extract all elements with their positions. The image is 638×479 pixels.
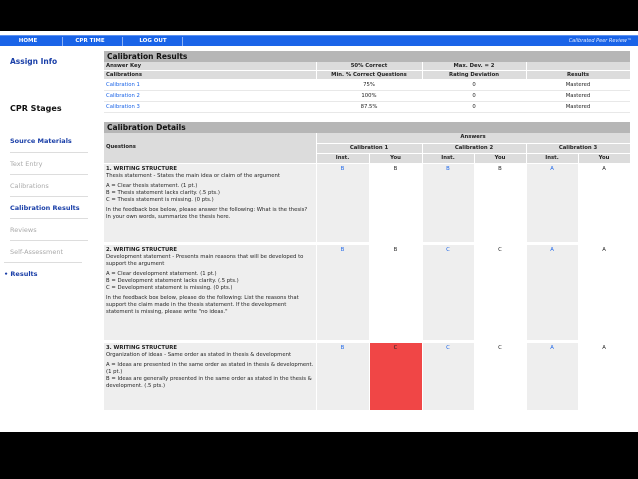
answer-key-label: Answer Key bbox=[104, 62, 317, 71]
result-cell: Mastered bbox=[526, 101, 630, 113]
calibration-1-link[interactable]: Calibration 1 bbox=[104, 79, 316, 91]
option-a: A = Clear development statement. (1 pt.) bbox=[106, 270, 217, 277]
option-a: A = Clear thesis statement. (1 pt.) bbox=[106, 182, 198, 189]
option-b: B = Thesis statement lacks clarity. (.5 … bbox=[106, 189, 220, 196]
answer-cell: B bbox=[369, 243, 423, 343]
answer-cell: A bbox=[578, 163, 631, 245]
question-heading: 3. WRITING STRUCTURE bbox=[106, 344, 177, 351]
answer-cell: B bbox=[316, 163, 370, 245]
empty-header-cell bbox=[526, 62, 631, 71]
top-nav-bar: HOME CPR TIME LOG OUT Calibrated Peer Re… bbox=[0, 35, 638, 46]
question-1-text: 1. WRITING STRUCTURE Thesis statement - … bbox=[104, 163, 317, 245]
answer-cell: C bbox=[422, 341, 475, 413]
inst-header: Inst. bbox=[422, 153, 475, 164]
answer-key-row: Answer Key 50% Correct Max. Dev. = 2 bbox=[104, 62, 631, 71]
app-frame: HOME CPR TIME LOG OUT Calibrated Peer Re… bbox=[0, 31, 638, 432]
calibration-3-header: Calibration 3 bbox=[526, 143, 631, 154]
main-content: Calibration Results Answer Key 50% Corre… bbox=[104, 51, 631, 413]
calibration-results-table: Answer Key 50% Correct Max. Dev. = 2 Cal… bbox=[104, 62, 631, 113]
question-row: 1. WRITING STRUCTURE Thesis statement - … bbox=[104, 163, 631, 245]
answer-cell-mismatch: C bbox=[369, 341, 423, 413]
sidebar-item-source-materials[interactable]: Source Materials bbox=[10, 130, 88, 152]
table-row: Calibration 2 100% 0 Mastered bbox=[104, 90, 630, 102]
you-header: You bbox=[369, 153, 423, 164]
sidebar-item-text-entry: Text Entry bbox=[10, 152, 88, 174]
answer-cell: B bbox=[474, 163, 527, 245]
question-description: Organization of ideas - Same order as st… bbox=[106, 351, 292, 358]
answer-cell: A bbox=[526, 341, 579, 413]
question-heading: 2. WRITING STRUCTURE bbox=[106, 246, 177, 253]
table-row: Calibration 3 87.5% 0 Mastered bbox=[104, 101, 630, 113]
percent-cell: 100% bbox=[316, 90, 422, 102]
deviation-cell: 0 bbox=[422, 90, 526, 102]
calibration-details-table: Questions Answers Calibration 1 Calibrat… bbox=[104, 133, 631, 413]
sidebar: Assign Info CPR Stages Source Materials … bbox=[0, 46, 100, 432]
answer-cell: B bbox=[369, 163, 423, 245]
table-row: Calibration 1 75% 0 Mastered bbox=[104, 79, 630, 91]
option-b: B = Ideas are generally presented in the… bbox=[106, 375, 312, 389]
answer-cell: A bbox=[578, 243, 631, 343]
question-row: 2. WRITING STRUCTURE Development stateme… bbox=[104, 243, 631, 343]
inst-header: Inst. bbox=[316, 153, 370, 164]
assign-info-link[interactable]: Assign Info bbox=[10, 57, 57, 66]
sidebar-item-reviews: Reviews bbox=[10, 218, 88, 240]
sidebar-item-results[interactable]: • Results bbox=[4, 262, 82, 284]
answer-cell: B bbox=[316, 341, 370, 413]
calibrations-column-header: Calibrations bbox=[104, 70, 317, 80]
calibration-1-header: Calibration 1 bbox=[316, 143, 423, 154]
nav-separator bbox=[62, 37, 63, 46]
answer-cell: A bbox=[526, 163, 579, 245]
inst-header: Inst. bbox=[526, 153, 579, 164]
you-header: You bbox=[578, 153, 631, 164]
option-b: B = Development statement lacks clarity.… bbox=[106, 277, 239, 284]
feedback-instructions: In the feedback box below, please answer… bbox=[106, 206, 308, 220]
question-row: 3. WRITING STRUCTURE Organization of ide… bbox=[104, 341, 631, 413]
sidebar-item-calibration-results[interactable]: Calibration Results bbox=[10, 196, 88, 218]
percent-correct-label: 50% Correct bbox=[316, 62, 423, 71]
nav-logout-link[interactable]: LOG OUT bbox=[128, 36, 178, 47]
answer-cell: C bbox=[474, 243, 527, 343]
answer-cell: A bbox=[578, 341, 631, 413]
sidebar-item-calibrations: Calibrations bbox=[10, 174, 88, 196]
nav-separator bbox=[122, 37, 123, 46]
percent-cell: 75% bbox=[316, 79, 422, 91]
answer-cell: B bbox=[316, 243, 370, 343]
calibration-2-header: Calibration 2 bbox=[422, 143, 527, 154]
brand-label: Calibrated Peer Review™ bbox=[568, 38, 632, 44]
max-deviation-label: Max. Dev. = 2 bbox=[422, 62, 527, 71]
calibration-3-link[interactable]: Calibration 3 bbox=[104, 101, 316, 113]
deviation-cell: 0 bbox=[422, 79, 526, 91]
feedback-instructions: In the feedback box below, please do the… bbox=[106, 294, 299, 315]
question-description: Thesis statement - States the main idea … bbox=[106, 172, 280, 179]
answer-cell: C bbox=[422, 243, 475, 343]
you-header: You bbox=[474, 153, 527, 164]
result-cell: Mastered bbox=[526, 90, 630, 102]
question-heading: 1. WRITING STRUCTURE bbox=[106, 165, 177, 172]
nav-separator bbox=[182, 37, 183, 46]
calibration-2-link[interactable]: Calibration 2 bbox=[104, 90, 316, 102]
calibration-details-title: Calibration Details bbox=[104, 122, 630, 133]
answer-cell: C bbox=[474, 341, 527, 413]
rating-deviation-column-header: Rating Deviation bbox=[422, 70, 527, 80]
question-3-text: 3. WRITING STRUCTURE Organization of ide… bbox=[104, 341, 317, 413]
answer-cell: A bbox=[526, 243, 579, 343]
questions-column-header: Questions bbox=[104, 133, 317, 164]
calibration-results-title: Calibration Results bbox=[104, 51, 630, 62]
deviation-cell: 0 bbox=[422, 101, 526, 113]
result-cell: Mastered bbox=[526, 79, 630, 91]
column-header-row: Calibrations Min. % Correct Questions Ra… bbox=[104, 70, 631, 80]
option-c: C = Development statement is missing. (0… bbox=[106, 284, 233, 291]
answer-cell: B bbox=[422, 163, 475, 245]
cpr-stages-title: CPR Stages bbox=[10, 104, 62, 113]
answers-header-row: Questions Answers bbox=[104, 133, 631, 164]
min-correct-column-header: Min. % Correct Questions bbox=[316, 70, 423, 80]
results-column-header: Results bbox=[526, 70, 631, 80]
option-a: A = Ideas are presented in the same orde… bbox=[106, 361, 314, 375]
sidebar-item-self-assessment: Self-Assessment bbox=[10, 240, 88, 262]
question-description: Development statement - Presents main re… bbox=[106, 253, 304, 267]
question-2-text: 2. WRITING STRUCTURE Development stateme… bbox=[104, 243, 317, 343]
option-c: C = Thesis statement is missing. (0 pts.… bbox=[106, 196, 214, 203]
percent-cell: 87.5% bbox=[316, 101, 422, 113]
answers-header: Answers bbox=[316, 133, 631, 144]
